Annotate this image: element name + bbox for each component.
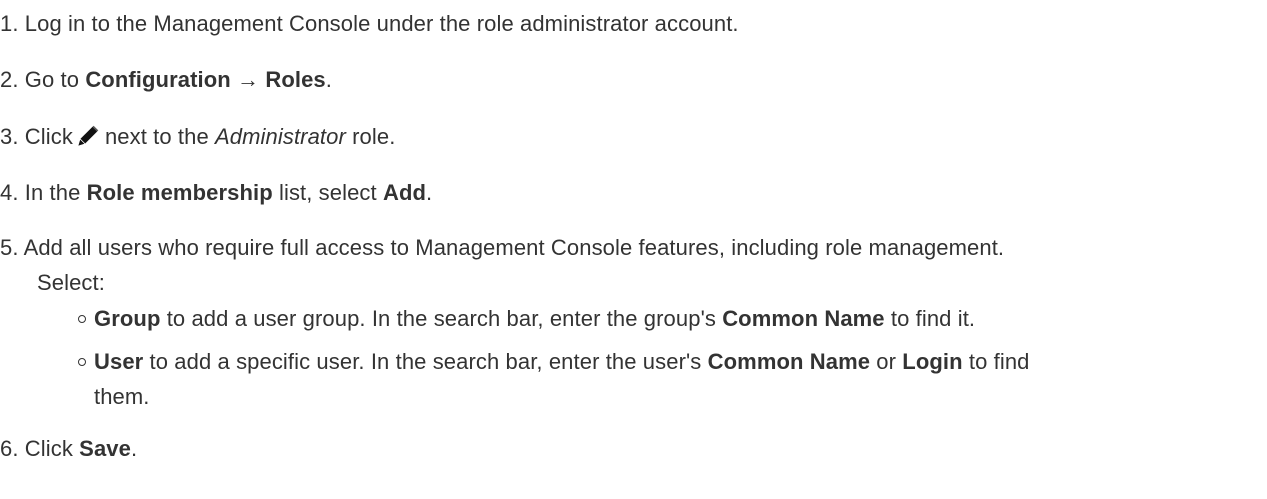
step-number: 1. xyxy=(0,11,19,36)
step-5-continuation: Select: xyxy=(37,269,105,297)
step-6: 6. Click Save. xyxy=(0,435,137,463)
step-text-mid: list, select xyxy=(272,180,383,205)
option-group: Group xyxy=(94,306,161,331)
list-role-membership: Role membership xyxy=(86,180,273,205)
step-text: Click xyxy=(24,124,73,149)
step-5: 5. Add all users who require full access… xyxy=(0,234,1004,262)
field-common-name: Common Name xyxy=(707,349,871,374)
option-user: User xyxy=(94,349,144,374)
option-add: Add xyxy=(382,180,427,205)
step-number: 3. xyxy=(0,124,19,149)
bullet-user: User to add a specific user. In the sear… xyxy=(94,348,1030,376)
step-number: 5. xyxy=(0,235,19,260)
step-text: Log in to the Management Console under t… xyxy=(24,11,739,36)
step-text: Go to xyxy=(24,67,86,92)
step-text: Click xyxy=(24,436,80,461)
step-text-end: . xyxy=(130,436,138,461)
step-text-end: . xyxy=(426,180,433,205)
step-text: In the xyxy=(24,180,87,205)
instruction-document: 1. Log in to the Management Console unde… xyxy=(0,0,1267,499)
bullet-marker xyxy=(78,315,86,323)
bullet-text: to add a user group. In the search bar, … xyxy=(160,306,723,331)
step-text-end: . xyxy=(325,67,332,92)
step-4: 4. In the Role membership list, select A… xyxy=(0,179,432,207)
step-1: 1. Log in to the Management Console unde… xyxy=(0,10,739,38)
bullet-text-mid: or xyxy=(870,349,903,374)
field-common-name: Common Name xyxy=(722,306,885,331)
bullet-user-continuation: them. xyxy=(94,383,150,411)
step-2: 2. Go to Configuration → Roles. xyxy=(0,66,332,94)
menu-roles: Roles xyxy=(265,67,326,92)
step-number: 2. xyxy=(0,67,19,92)
bullet-text: to add a specific user. In the search ba… xyxy=(143,349,708,374)
step-text-select: Select: xyxy=(37,270,105,295)
bullet-text-end: to find it. xyxy=(884,306,976,331)
pencil-icon xyxy=(77,125,99,147)
step-number: 6. xyxy=(0,436,19,461)
menu-configuration: Configuration xyxy=(85,67,231,92)
bullet-text-end: to find xyxy=(962,349,1030,374)
role-name: Administrator xyxy=(215,124,346,149)
step-text: Add all users who require full access to… xyxy=(23,235,1005,260)
step-number: 4. xyxy=(0,180,19,205)
bullet-text-wrap: them. xyxy=(94,384,150,409)
step-text-mid: next to the xyxy=(104,124,216,149)
step-text-end: role. xyxy=(345,124,396,149)
field-login: Login xyxy=(902,349,963,374)
bullet-marker xyxy=(78,358,86,366)
step-3: 3. Click next to the Administrator role. xyxy=(0,123,395,151)
arrow-glyph: → xyxy=(237,67,260,92)
button-save-label: Save xyxy=(79,436,131,461)
bullet-group: Group to add a user group. In the search… xyxy=(94,305,975,333)
